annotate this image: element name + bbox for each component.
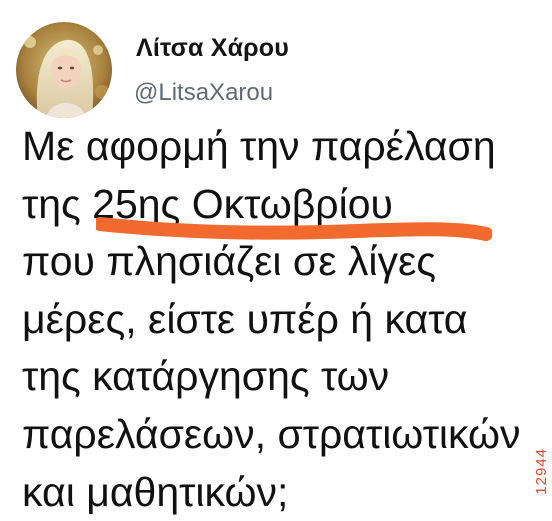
tweet-line: μέρες, είστε υπέρ ή κατα (22, 295, 468, 342)
tweet-card: Λίτσα Χάρου @LitsaXarou Με αφορμή την πα… (0, 0, 552, 515)
tweet-line: της 25ης Οκτωβρίου (22, 180, 393, 227)
watermark-number: 12944 (533, 448, 550, 495)
tweet-line: της κατάργησης των (22, 353, 390, 400)
avatar-image (16, 22, 112, 118)
user-handle[interactable]: @LitsaXarou (134, 79, 273, 107)
avatar[interactable] (16, 22, 112, 118)
tweet-line: και μαθητικών; (22, 468, 289, 515)
tweet-line: Με αφορμή την παρέλαση (22, 123, 496, 169)
tweet-line: που πλησιάζει σε λίγες (22, 238, 437, 285)
display-name[interactable]: Λίτσα Χάρου (136, 34, 289, 63)
tweet-text: Με αφορμή την παρέλαση της 25ης Οκτωβρίο… (22, 118, 552, 521)
tweet-line: παρελάσεων, στρατιωτικών (22, 410, 521, 457)
